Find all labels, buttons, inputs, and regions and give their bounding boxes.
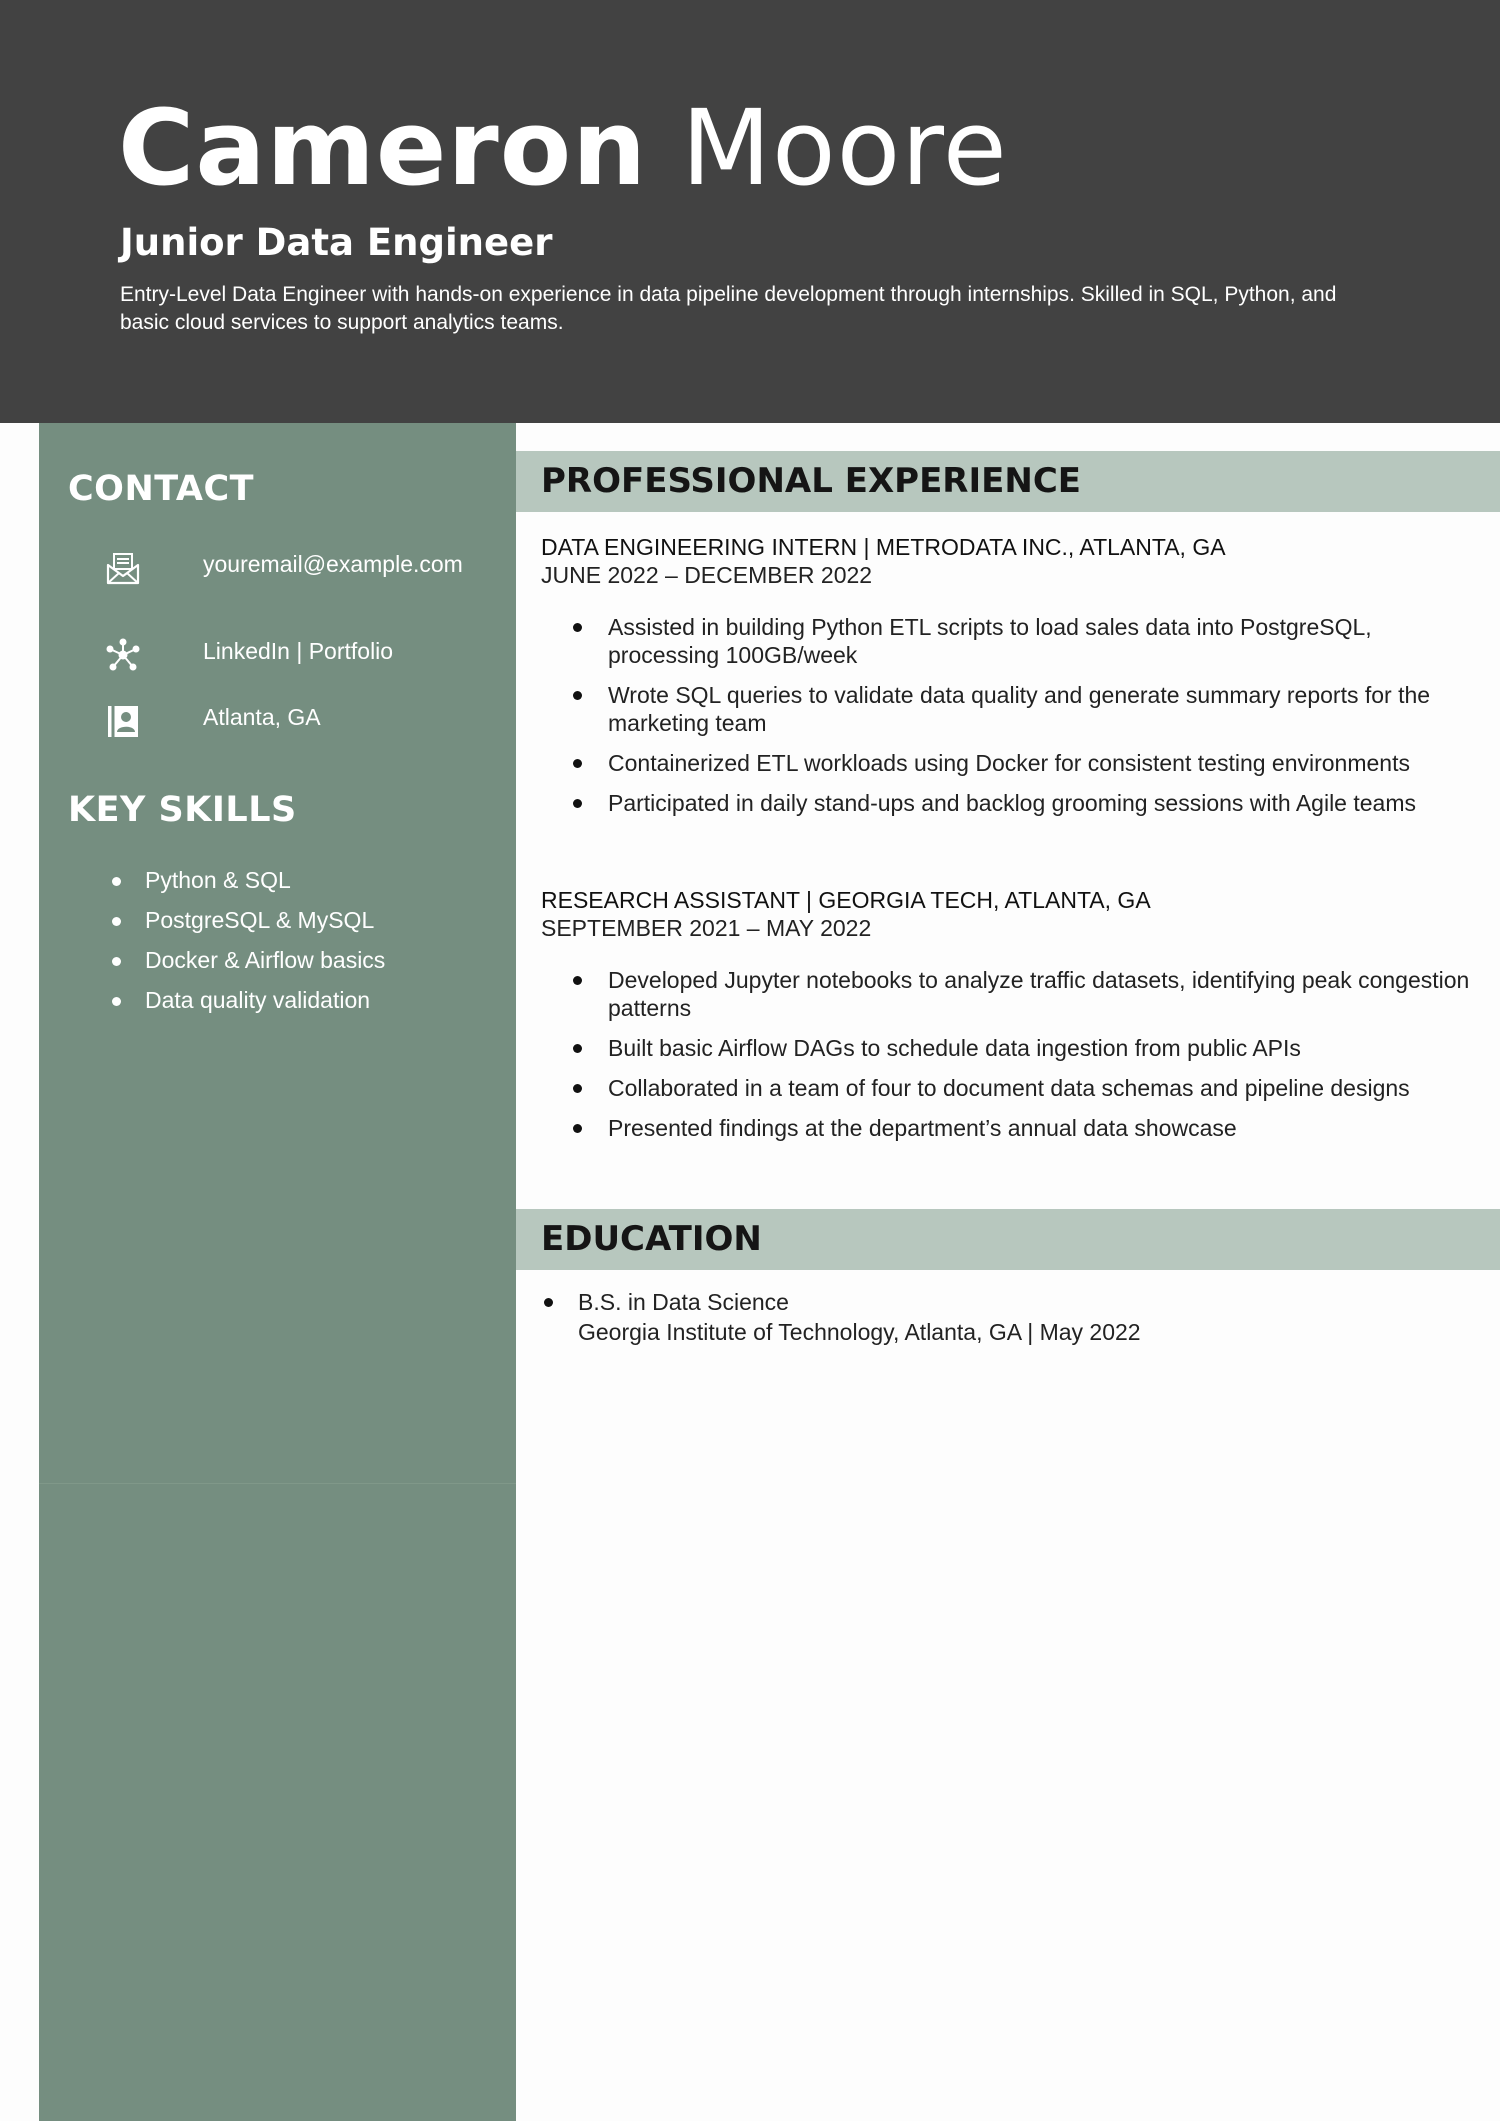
job-title: Junior Data Engineer (120, 221, 553, 264)
skill-item: Python & SQL (108, 866, 385, 895)
job-dates: SEPTEMBER 2021 – MAY 2022 (541, 915, 872, 941)
bullet-item: Wrote SQL queries to validate data quali… (541, 681, 1471, 737)
job-title-company: DATA ENGINEERING INTERN | METRODATA INC.… (541, 534, 1226, 560)
degree: B.S. in Data Science (578, 1289, 789, 1315)
first-name: Cameron (118, 87, 648, 209)
experience-section-header: PROFESSIONAL EXPERIENCE (516, 451, 1500, 512)
summary: Entry-Level Data Engineer with hands-on … (120, 283, 1337, 334)
bullet-item: Presented findings at the department’s a… (541, 1114, 1471, 1142)
sidebar-divider (39, 1483, 516, 1484)
envelope-icon (105, 550, 141, 586)
skill-item: PostgreSQL & MySQL (108, 906, 385, 935)
education-item: B.S. in Data Science Georgia Institute o… (541, 1287, 1471, 1347)
education-section-header: EDUCATION (516, 1209, 1500, 1270)
education-heading: EDUCATION (541, 1219, 762, 1259)
bullet-item: Containerized ETL workloads using Docker… (541, 749, 1471, 777)
skill-item: Docker & Airflow basics (108, 946, 385, 975)
job-entry: DATA ENGINEERING INTERN | METRODATA INC.… (541, 533, 1471, 829)
job-bullets: Developed Jupyter notebooks to analyze t… (541, 966, 1471, 1142)
last-name: Moore (681, 87, 1008, 209)
sidebar: CONTACT youremail@example.com LinkedIn |… (39, 423, 516, 2121)
job-bullets: Assisted in building Python ETL scripts … (541, 613, 1471, 817)
job-dates: JUNE 2022 – DECEMBER 2022 (541, 562, 873, 588)
skill-item: Data quality validation (108, 986, 385, 1015)
school: Georgia Institute of Technology, Atlanta… (578, 1319, 1141, 1345)
job-title-company: RESEARCH ASSISTANT | GEORGIA TECH, ATLAN… (541, 887, 1151, 913)
bullet-item: Participated in daily stand-ups and back… (541, 789, 1471, 817)
bullet-item: Built basic Airflow DAGs to schedule dat… (541, 1034, 1471, 1062)
skills-list: Python & SQL PostgreSQL & MySQL Docker &… (108, 866, 385, 1026)
links-text[interactable]: LinkedIn | Portfolio (203, 637, 473, 666)
location-text: Atlanta, GA (203, 704, 321, 730)
bullet-item: Assisted in building Python ETL scripts … (541, 613, 1471, 669)
email-text[interactable]: youremail@example.com (203, 550, 473, 579)
bullet-item: Developed Jupyter notebooks to analyze t… (541, 966, 1471, 1022)
candidate-name: Cameron Moore (118, 88, 1008, 208)
job-entry: RESEARCH ASSISTANT | GEORGIA TECH, ATLAN… (541, 886, 1471, 1154)
education-list: B.S. in Data Science Georgia Institute o… (541, 1287, 1471, 1347)
network-icon (105, 637, 141, 673)
header: Cameron Moore Junior Data Engineer Entry… (0, 0, 1500, 423)
contact-card-icon (105, 703, 141, 739)
experience-heading: PROFESSIONAL EXPERIENCE (541, 461, 1081, 501)
skills-heading: KEY SKILLS (68, 790, 297, 830)
bullet-item: Collaborated in a team of four to docume… (541, 1074, 1471, 1102)
contact-heading: CONTACT (68, 469, 255, 509)
